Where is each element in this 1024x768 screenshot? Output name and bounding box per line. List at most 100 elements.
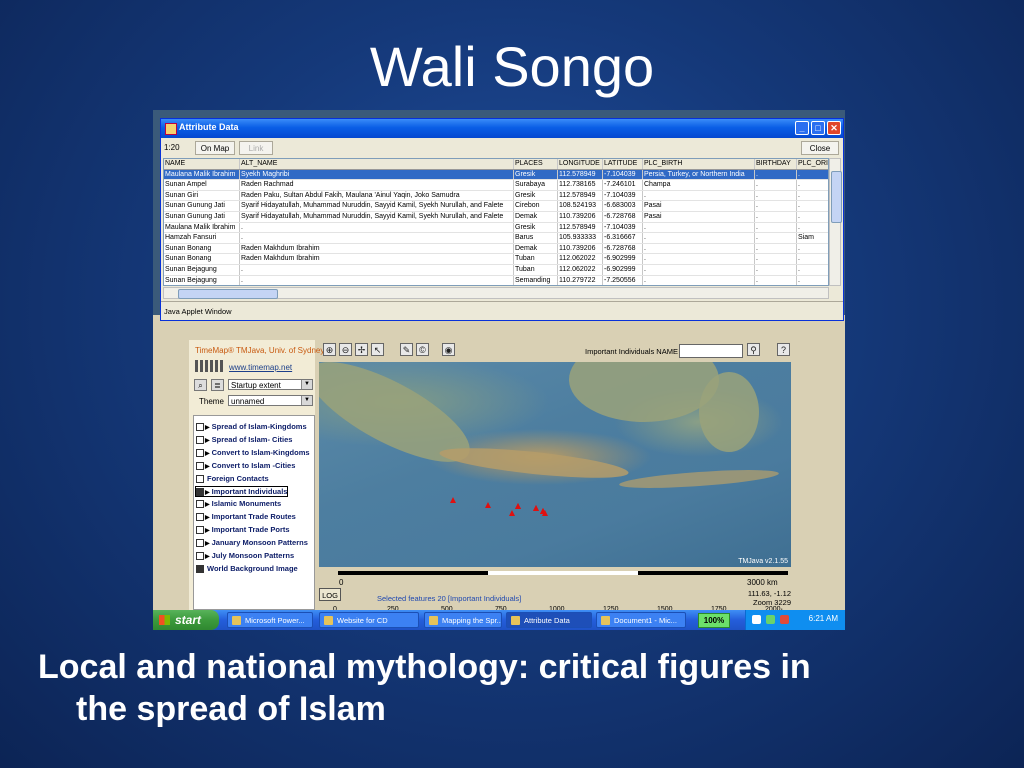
zoom-in-icon[interactable]: ⊕ bbox=[323, 343, 336, 356]
vertical-scrollbar[interactable] bbox=[829, 158, 842, 286]
taskbar-button[interactable]: Microsoft Power... bbox=[227, 612, 313, 628]
table-row[interactable]: Sunan Bejagung. Tuban 112.062022 -6.902999.… bbox=[164, 265, 828, 276]
layer-item[interactable]: ▶ Islamic Monuments bbox=[196, 499, 281, 509]
zoom-extent-icon[interactable]: ⌕ bbox=[194, 379, 207, 391]
table-row[interactable]: Sunan Bonang Raden Makhdum Ibrahim Demak 11… bbox=[164, 243, 828, 255]
system-tray: 6:21 AM bbox=[745, 610, 845, 630]
start-button[interactable]: start bbox=[153, 610, 219, 630]
close-window-button[interactable]: ✕ bbox=[827, 121, 841, 135]
checkbox-icon[interactable] bbox=[196, 539, 204, 548]
individual-marker-icon[interactable] bbox=[484, 502, 491, 508]
individual-marker-icon[interactable] bbox=[539, 507, 546, 514]
layer-item[interactable]: ▶ Important Individuals bbox=[194, 485, 289, 497]
link-button[interactable]: Link bbox=[239, 141, 273, 155]
theme-select[interactable]: unnamed ▼ bbox=[228, 395, 313, 406]
layer-item[interactable]: World Background Image bbox=[196, 564, 298, 573]
extent-select[interactable]: Startup extent ▼ bbox=[228, 379, 313, 390]
checkbox-icon[interactable] bbox=[196, 474, 204, 483]
volume-icon[interactable] bbox=[752, 615, 761, 624]
checkbox-icon[interactable] bbox=[196, 526, 204, 535]
expand-icon[interactable]: ▶ bbox=[205, 514, 210, 521]
table-row[interactable]: Sunan Gunung Jati Syarif Hidayatullah, Mu… bbox=[164, 201, 828, 212]
horizontal-scrollbar[interactable] bbox=[163, 287, 829, 299]
name-search-input[interactable] bbox=[679, 344, 743, 358]
checkbox-icon[interactable] bbox=[196, 500, 204, 509]
zoom-out-icon[interactable]: ⊖ bbox=[339, 343, 352, 356]
column-header[interactable]: BIRTHDAY bbox=[755, 159, 797, 169]
column-header[interactable]: PLACES bbox=[514, 159, 558, 169]
zoom-percent-badge[interactable]: 100% bbox=[698, 613, 730, 628]
checkbox-icon[interactable] bbox=[196, 423, 204, 432]
table-row[interactable]: Maulana Malik Ibrahim. Gresik 112.578949 -7… bbox=[164, 222, 828, 234]
layer-item[interactable]: ▶ Convert to Islam -Cities bbox=[196, 461, 295, 470]
expand-icon[interactable]: ▶ bbox=[205, 527, 210, 534]
expand-icon[interactable]: ▶ bbox=[205, 540, 210, 547]
security-icon[interactable] bbox=[780, 615, 789, 624]
table-header-row[interactable]: NAME ALT_NAME PLACES LONGITUDE LATITUDE PLC_B… bbox=[164, 159, 828, 170]
globe-icon[interactable]: ◉ bbox=[442, 343, 455, 356]
scroll-thumb[interactable] bbox=[831, 171, 842, 223]
checkbox-icon[interactable] bbox=[196, 435, 204, 444]
close-button[interactable]: Close bbox=[801, 141, 839, 155]
layer-item[interactable]: ▶ Spread of Islam- Cities bbox=[196, 435, 292, 444]
binoculars-icon[interactable]: ⚲ bbox=[747, 343, 760, 356]
layer-item[interactable]: ▶ July Monsoon Patterns bbox=[196, 551, 294, 561]
expand-icon[interactable]: ▶ bbox=[205, 553, 210, 560]
minimize-button[interactable]: _ bbox=[795, 121, 809, 135]
layer-item[interactable]: ▶ Important Trade Routes bbox=[196, 512, 296, 522]
checkbox-icon[interactable] bbox=[196, 487, 204, 496]
column-header[interactable]: PLC_ORIG bbox=[797, 159, 828, 169]
map-view[interactable]: TMJava v2.1.55 bbox=[319, 362, 791, 567]
column-header[interactable]: LONGITUDE bbox=[558, 159, 603, 169]
expand-icon[interactable]: ▶ bbox=[205, 450, 210, 457]
individual-marker-icon[interactable] bbox=[514, 502, 521, 509]
network-icon[interactable] bbox=[766, 615, 775, 624]
column-header[interactable]: LATITUDE bbox=[603, 159, 643, 169]
layer-item[interactable]: ▶ Spread of Islam-Kingdoms bbox=[196, 422, 307, 432]
individual-marker-icon[interactable] bbox=[532, 505, 539, 511]
log-button[interactable]: LOG bbox=[319, 588, 341, 601]
table-row[interactable]: Sunan Bejagung. Semanding 110.279722 -7.250… bbox=[164, 275, 828, 285]
pan-icon[interactable]: ✢ bbox=[355, 343, 368, 356]
window-titlebar[interactable]: Attribute Data _ □ ✕ bbox=[161, 119, 843, 138]
layer-item[interactable]: ▶ January Monsoon Patterns bbox=[196, 538, 308, 548]
expand-icon[interactable]: ▶ bbox=[205, 501, 210, 508]
expand-icon[interactable]: ▶ bbox=[205, 424, 210, 431]
checkbox-icon[interactable] bbox=[196, 448, 204, 457]
checkbox-icon[interactable] bbox=[196, 552, 204, 561]
taskbar-button[interactable]: Mapping the Spr... bbox=[424, 612, 502, 628]
individual-marker-icon[interactable] bbox=[508, 509, 515, 516]
column-header[interactable]: NAME bbox=[164, 159, 240, 169]
column-header[interactable]: ALT_NAME bbox=[240, 159, 514, 169]
checkbox-icon[interactable] bbox=[196, 564, 204, 573]
draw-icon[interactable]: ✎ bbox=[400, 343, 413, 356]
copyright-icon[interactable]: © bbox=[416, 343, 429, 356]
expand-icon[interactable]: ▶ bbox=[205, 463, 210, 470]
on-map-button[interactable]: On Map bbox=[195, 141, 235, 155]
maximize-button[interactable]: □ bbox=[811, 121, 825, 135]
table-row[interactable]: Sunan Bonang Raden Makhdum Ibrahim Tuban 11… bbox=[164, 254, 828, 265]
layer-item[interactable]: Foreign Contacts bbox=[196, 474, 269, 483]
timemap-url[interactable]: www.timemap.net bbox=[229, 363, 292, 372]
table-row[interactable]: Sunan Gunung Jati Syarif Hidayatullah, Mu… bbox=[164, 212, 828, 223]
table-row[interactable]: Sunan Ampel Raden Rachmad Surabaya 112.7381… bbox=[164, 180, 828, 191]
table-row[interactable]: Hamzah Fansuri. Barus 105.933333 -6.316667.… bbox=[164, 233, 828, 244]
select-pointer-icon[interactable]: ↖ bbox=[371, 343, 384, 356]
layer-item[interactable]: ▶ Important Trade Ports bbox=[196, 525, 290, 535]
individual-marker-icon[interactable] bbox=[449, 496, 456, 503]
table-row[interactable]: Sunan Giri Raden Paku, Sultan Abdul Fakih… bbox=[164, 190, 828, 202]
expand-icon[interactable]: ▶ bbox=[205, 437, 210, 444]
checkbox-icon[interactable] bbox=[196, 513, 204, 522]
taskbar-button[interactable]: Attribute Data bbox=[506, 612, 592, 628]
help-icon[interactable]: ? bbox=[777, 343, 790, 356]
layer-item[interactable]: ▶ Convert to Islam-Kingdoms bbox=[196, 448, 310, 457]
column-header[interactable]: PLC_BIRTH bbox=[643, 159, 755, 169]
layers-icon[interactable]: ≣ bbox=[211, 379, 224, 391]
table-row[interactable]: Maulana Malik Ibrahim Syekh Maghribi Gresi… bbox=[164, 169, 828, 181]
taskbar-button[interactable]: Document1 - Mic... bbox=[596, 612, 686, 628]
layer-label: Important Trade Routes bbox=[211, 512, 296, 522]
taskbar-button[interactable]: Website for CD bbox=[319, 612, 419, 628]
checkbox-icon[interactable] bbox=[196, 461, 204, 470]
expand-icon[interactable]: ▶ bbox=[205, 489, 210, 496]
scroll-thumb[interactable] bbox=[178, 289, 278, 299]
